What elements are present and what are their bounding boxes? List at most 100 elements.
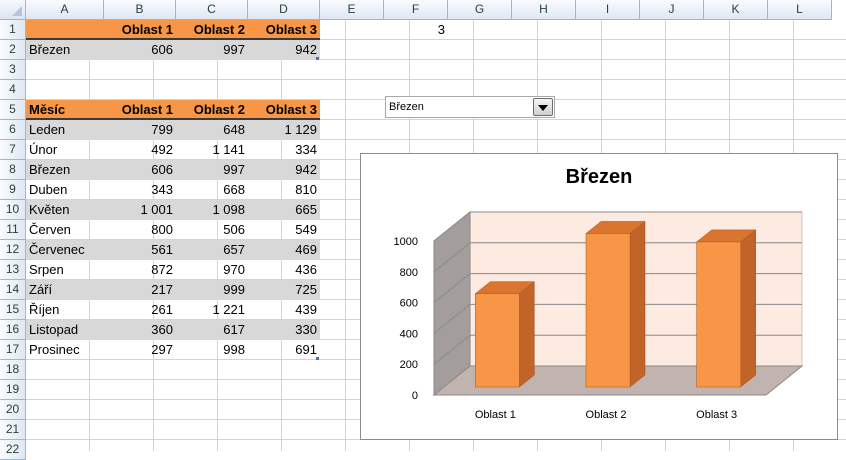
value-cell[interactable]: 261	[104, 300, 176, 320]
value-cell[interactable]: 1 129	[248, 120, 320, 140]
main-header-month[interactable]: Měsíc	[26, 100, 104, 120]
value-cell[interactable]: 360	[104, 320, 176, 340]
value-cell[interactable]: 999	[176, 280, 248, 300]
value-cell[interactable]: 997	[176, 160, 248, 180]
column-header[interactable]: H	[512, 0, 576, 20]
value-cell[interactable]: 343	[104, 180, 176, 200]
row-header[interactable]: 22	[0, 440, 26, 460]
column-header[interactable]: G	[448, 0, 512, 20]
month-cell[interactable]: Listopad	[26, 320, 104, 340]
value-cell[interactable]: 617	[176, 320, 248, 340]
top-row-value[interactable]: 606	[104, 40, 176, 60]
value-cell[interactable]: 665	[248, 200, 320, 220]
column-header[interactable]: F	[384, 0, 448, 20]
column-header[interactable]: C	[176, 0, 248, 20]
month-cell[interactable]: Prosinec	[26, 340, 104, 360]
row-header[interactable]: 8	[0, 160, 26, 180]
row-header[interactable]: 9	[0, 180, 26, 200]
value-cell[interactable]: 872	[104, 260, 176, 280]
row-header[interactable]: 21	[0, 420, 26, 440]
value-cell[interactable]: 668	[176, 180, 248, 200]
month-cell[interactable]: Leden	[26, 120, 104, 140]
value-cell[interactable]: 970	[176, 260, 248, 280]
top-header-oblast-1[interactable]: Oblast 1	[104, 20, 176, 40]
month-cell[interactable]: Květen	[26, 200, 104, 220]
month-cell[interactable]: Září	[26, 280, 104, 300]
column-header[interactable]: B	[104, 0, 176, 20]
main-header-oblast-3[interactable]: Oblast 3	[248, 100, 320, 120]
column-header[interactable]: L	[768, 0, 832, 20]
row-header[interactable]: 20	[0, 400, 26, 420]
value-cell[interactable]: 436	[248, 260, 320, 280]
row-header[interactable]: 7	[0, 140, 26, 160]
row-header[interactable]: 16	[0, 320, 26, 340]
row-header[interactable]: 3	[0, 60, 26, 80]
value-cell[interactable]: 334	[248, 140, 320, 160]
main-header-oblast-2[interactable]: Oblast 2	[176, 100, 248, 120]
value-cell[interactable]: 725	[248, 280, 320, 300]
column-header[interactable]: D	[248, 0, 320, 20]
cell-f1[interactable]: 3	[384, 20, 448, 40]
top-header-empty[interactable]	[26, 20, 104, 40]
value-cell[interactable]: 799	[104, 120, 176, 140]
value-cell[interactable]: 606	[104, 160, 176, 180]
top-row-value[interactable]: 997	[176, 40, 248, 60]
month-cell[interactable]: Říjen	[26, 300, 104, 320]
row-header[interactable]: 11	[0, 220, 26, 240]
value-cell[interactable]: 1 098	[176, 200, 248, 220]
month-cell[interactable]: Březen	[26, 160, 104, 180]
value-cell[interactable]: 492	[104, 140, 176, 160]
row-header[interactable]: 14	[0, 280, 26, 300]
value-cell[interactable]: 942	[248, 160, 320, 180]
main-header-oblast-1[interactable]: Oblast 1	[104, 100, 176, 120]
value-cell[interactable]: 549	[248, 220, 320, 240]
chart[interactable]: Březen 0 200 400 600 800 1000 Oblast 1 Oblast 2…	[360, 153, 838, 440]
month-cell[interactable]: Červenec	[26, 240, 104, 260]
row-header[interactable]: 4	[0, 80, 26, 100]
column-header[interactable]: J	[640, 0, 704, 20]
select-all-corner[interactable]	[0, 0, 26, 20]
row-header[interactable]: 17	[0, 340, 26, 360]
range-handle[interactable]	[316, 357, 319, 360]
value-cell[interactable]: 439	[248, 300, 320, 320]
value-cell[interactable]: 800	[104, 220, 176, 240]
value-cell[interactable]: 506	[176, 220, 248, 240]
chevron-down-icon[interactable]	[533, 98, 553, 116]
row-header[interactable]: 5	[0, 100, 26, 120]
value-cell[interactable]: 297	[104, 340, 176, 360]
column-header[interactable]: K	[704, 0, 768, 20]
row-header[interactable]: 1	[0, 20, 26, 40]
value-cell[interactable]: 648	[176, 120, 248, 140]
month-dropdown[interactable]: Březen	[385, 96, 555, 118]
row-header[interactable]: 13	[0, 260, 26, 280]
row-header[interactable]: 12	[0, 240, 26, 260]
month-cell[interactable]: Únor	[26, 140, 104, 160]
row-header[interactable]: 19	[0, 380, 26, 400]
row-header[interactable]: 15	[0, 300, 26, 320]
month-cell[interactable]: Červen	[26, 220, 104, 240]
top-row-label[interactable]: Březen	[26, 40, 104, 60]
column-header[interactable]: A	[26, 0, 104, 20]
row-header[interactable]: 18	[0, 360, 26, 380]
month-cell[interactable]: Duben	[26, 180, 104, 200]
value-cell[interactable]: 691	[248, 340, 320, 360]
value-cell[interactable]: 810	[248, 180, 320, 200]
value-cell[interactable]: 1 141	[176, 140, 248, 160]
value-cell[interactable]: 657	[176, 240, 248, 260]
top-row-value[interactable]: 942	[248, 40, 320, 60]
column-header[interactable]: E	[320, 0, 384, 20]
value-cell[interactable]: 330	[248, 320, 320, 340]
top-header-oblast-3[interactable]: Oblast 3	[248, 20, 320, 40]
month-cell[interactable]: Srpen	[26, 260, 104, 280]
row-header[interactable]: 10	[0, 200, 26, 220]
value-cell[interactable]: 217	[104, 280, 176, 300]
range-handle[interactable]	[316, 57, 319, 60]
row-header[interactable]: 2	[0, 40, 26, 60]
column-header[interactable]: I	[576, 0, 640, 20]
top-header-oblast-2[interactable]: Oblast 2	[176, 20, 248, 40]
value-cell[interactable]: 1 001	[104, 200, 176, 220]
row-header[interactable]: 6	[0, 120, 26, 140]
value-cell[interactable]: 1 221	[176, 300, 248, 320]
value-cell[interactable]: 561	[104, 240, 176, 260]
value-cell[interactable]: 469	[248, 240, 320, 260]
